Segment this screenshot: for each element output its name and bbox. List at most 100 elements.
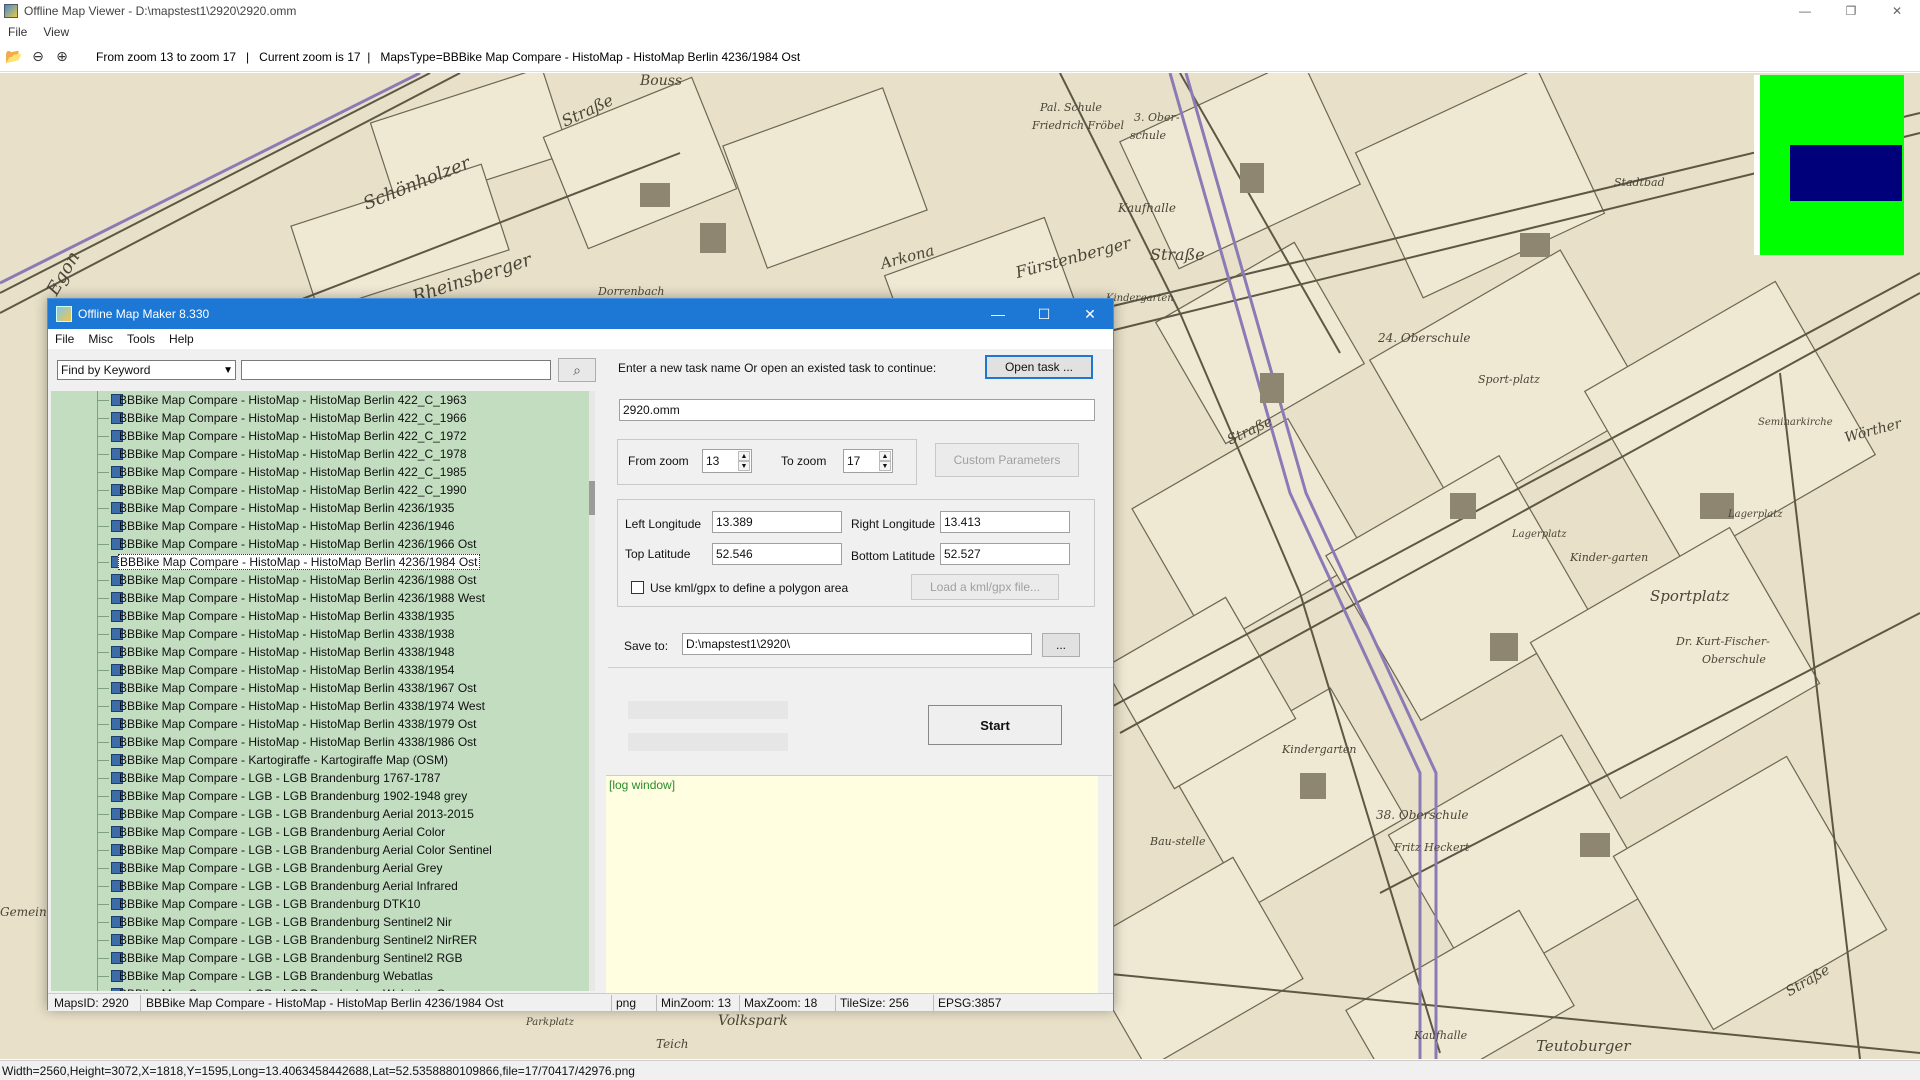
list-item[interactable]: BBBike Map Compare - Kartogiraffe - Kart… [51, 751, 589, 769]
list-item[interactable]: BBBike Map Compare - HistoMap - HistoMap… [51, 715, 589, 733]
map-list[interactable]: BBBike Map Compare - HistoMap - HistoMap… [51, 391, 589, 991]
map-label: Dorrenbach [598, 285, 665, 298]
list-item[interactable]: BBBike Map Compare - HistoMap - HistoMap… [51, 481, 589, 499]
status-separator [656, 995, 657, 1011]
browse-button[interactable]: ... [1042, 633, 1080, 657]
list-item[interactable]: BBBike Map Compare - HistoMap - HistoMap… [51, 499, 589, 517]
list-item[interactable]: BBBike Map Compare - LGB - LGB Brandenbu… [51, 877, 589, 895]
spin-down-icon[interactable]: ▼ [738, 461, 750, 471]
menu-view[interactable]: View [35, 25, 77, 39]
menu-file[interactable]: File [0, 25, 35, 39]
tree-line [97, 526, 109, 527]
dialog-menu-misc[interactable]: Misc [81, 332, 120, 346]
list-item[interactable]: BBBike Map Compare - HistoMap - HistoMap… [51, 661, 589, 679]
list-item[interactable]: BBBike Map Compare - HistoMap - HistoMap… [51, 535, 589, 553]
close-icon[interactable]: ✕ [1874, 0, 1920, 22]
list-item[interactable]: BBBike Map Compare - HistoMap - HistoMap… [51, 733, 589, 751]
spin-up-icon[interactable]: ▲ [738, 451, 750, 461]
load-kml-button[interactable]: Load a kml/gpx file... [911, 574, 1059, 600]
list-item[interactable]: BBBike Map Compare - LGB - LGB Brandenbu… [51, 859, 589, 877]
search-input[interactable] [241, 360, 551, 380]
list-item[interactable]: BBBike Map Compare - HistoMap - HistoMap… [51, 679, 589, 697]
tree-line [97, 706, 109, 707]
list-item-label: BBBike Map Compare - HistoMap - HistoMap… [119, 465, 467, 479]
minimap[interactable] [1754, 75, 1904, 255]
status-format: png [616, 996, 637, 1010]
map-label: Seminarkirche [1758, 417, 1833, 428]
tree-line [97, 508, 109, 509]
list-item[interactable]: BBBike Map Compare - LGB - LGB Brandenbu… [51, 967, 589, 985]
tree-line [97, 922, 109, 923]
spin-up-icon[interactable]: ▲ [879, 451, 891, 461]
dialog-minimize-icon[interactable]: — [975, 299, 1021, 329]
list-item[interactable]: BBBike Map Compare - LGB - LGB Brandenbu… [51, 805, 589, 823]
list-item[interactable]: BBBike Map Compare - LGB - LGB Brandenbu… [51, 769, 589, 787]
map-label: Bouss [640, 73, 683, 89]
dialog-menu-help[interactable]: Help [162, 332, 201, 346]
list-item[interactable]: BBBike Map Compare - HistoMap - HistoMap… [51, 427, 589, 445]
list-item[interactable]: BBBike Map Compare - HistoMap - HistoMap… [51, 463, 589, 481]
open-folder-icon[interactable]: 📂 [4, 47, 24, 67]
search-row: Find by Keyword ▼ ⌕ [57, 358, 596, 382]
zoom-out-icon[interactable]: ⊖ [28, 47, 48, 67]
search-button[interactable]: ⌕ [558, 358, 596, 382]
minimize-icon[interactable]: — [1782, 0, 1828, 22]
divider [608, 667, 1113, 668]
list-item[interactable]: BBBike Map Compare - LGB - LGB Brandenbu… [51, 949, 589, 967]
keyword-select[interactable]: Find by Keyword ▼ [57, 360, 236, 380]
list-item[interactable]: BBBike Map Compare - HistoMap - HistoMap… [51, 607, 589, 625]
map-list-scrollbar[interactable] [589, 391, 595, 991]
dialog-close-icon[interactable]: ✕ [1067, 299, 1113, 329]
list-item[interactable]: BBBike Map Compare - HistoMap - HistoMap… [51, 553, 589, 571]
list-item[interactable]: BBBike Map Compare - HistoMap - HistoMap… [51, 445, 589, 463]
map-label: Sportplatz [1650, 587, 1730, 605]
log-window[interactable]: [log window] [606, 775, 1112, 993]
start-button[interactable]: Start [928, 705, 1062, 745]
list-item[interactable]: BBBike Map Compare - LGB - LGB Brandenbu… [51, 985, 589, 991]
open-task-button[interactable]: Open task ... [985, 355, 1093, 379]
list-item[interactable]: BBBike Map Compare - LGB - LGB Brandenbu… [51, 823, 589, 841]
list-item[interactable]: BBBike Map Compare - HistoMap - HistoMap… [51, 517, 589, 535]
minimap-viewport[interactable] [1790, 145, 1902, 201]
list-item[interactable]: BBBike Map Compare - HistoMap - HistoMap… [51, 643, 589, 661]
list-item[interactable]: BBBike Map Compare - HistoMap - HistoMap… [51, 625, 589, 643]
list-item[interactable]: BBBike Map Compare - LGB - LGB Brandenbu… [51, 931, 589, 949]
from-zoom-value: 13 [706, 454, 720, 468]
bottom-latitude-input[interactable]: 52.527 [940, 543, 1070, 565]
dialog-maximize-icon[interactable]: ☐ [1021, 299, 1067, 329]
log-scrollbar[interactable] [1098, 776, 1112, 993]
restore-icon[interactable]: ❐ [1828, 0, 1874, 22]
list-item-label: BBBike Map Compare - LGB - LGB Brandenbu… [119, 861, 443, 875]
list-item[interactable]: BBBike Map Compare - LGB - LGB Brandenbu… [51, 841, 589, 859]
list-item-label: BBBike Map Compare - HistoMap - HistoMap… [119, 663, 455, 677]
task-name-input[interactable]: 2920.omm [619, 399, 1095, 421]
to-zoom-spinner[interactable]: 17 ▲ ▼ [843, 449, 893, 473]
scrollbar-thumb[interactable] [589, 481, 595, 515]
spin-down-icon[interactable]: ▼ [879, 461, 891, 471]
dialog-menu-file[interactable]: File [48, 332, 81, 346]
list-item[interactable]: BBBike Map Compare - LGB - LGB Brandenbu… [51, 895, 589, 913]
custom-parameters-button[interactable]: Custom Parameters [935, 443, 1079, 477]
list-item[interactable]: BBBike Map Compare - HistoMap - HistoMap… [51, 571, 589, 589]
status-maps-id: MapsID: 2920 [54, 996, 129, 1010]
dialog-menu-tools[interactable]: Tools [120, 332, 162, 346]
tree-line [97, 544, 109, 545]
from-zoom-spinner[interactable]: 13 ▲ ▼ [702, 449, 752, 473]
top-latitude-input[interactable]: 52.546 [712, 543, 842, 565]
list-item[interactable]: BBBike Map Compare - HistoMap - HistoMap… [51, 409, 589, 427]
right-longitude-input[interactable]: 13.413 [940, 511, 1070, 533]
list-item[interactable]: BBBike Map Compare - HistoMap - HistoMap… [51, 697, 589, 715]
map-label: Bau-stelle [1150, 835, 1206, 848]
tree-line [97, 832, 109, 833]
list-item[interactable]: BBBike Map Compare - LGB - LGB Brandenbu… [51, 913, 589, 931]
kml-checkbox[interactable] [631, 581, 644, 594]
left-longitude-input[interactable]: 13.389 [712, 511, 842, 533]
save-to-input[interactable]: D:\mapstest1\2920\ [682, 633, 1032, 655]
list-item-label: BBBike Map Compare - HistoMap - HistoMap… [119, 429, 467, 443]
tree-line [97, 850, 109, 851]
list-item[interactable]: BBBike Map Compare - HistoMap - HistoMap… [51, 391, 589, 409]
list-item[interactable]: BBBike Map Compare - LGB - LGB Brandenbu… [51, 787, 589, 805]
map-label: Teutoburger [1536, 1037, 1631, 1055]
zoom-in-icon[interactable]: ⊕ [52, 47, 72, 67]
list-item[interactable]: BBBike Map Compare - HistoMap - HistoMap… [51, 589, 589, 607]
